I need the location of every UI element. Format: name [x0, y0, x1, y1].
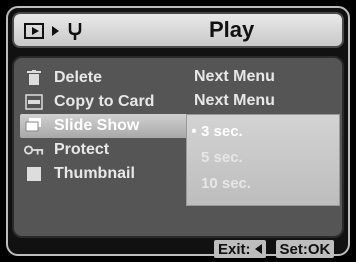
tuning-fork-icon	[68, 23, 82, 40]
menu-item-thumbnail[interactable]: Thumbnail	[20, 162, 198, 186]
menu-item-label: Protect	[54, 141, 110, 158]
interval-option-3[interactable]: • 3 sec.	[187, 119, 339, 143]
menu-header: Play	[12, 12, 344, 48]
exit-label: Exit:	[218, 240, 251, 258]
option-label: 10 sec.	[201, 174, 252, 192]
set-label: Set:OK	[279, 240, 331, 258]
page-title: Play	[209, 17, 255, 42]
left-arrow-icon	[254, 244, 262, 254]
menu-item-label: Thumbnail	[54, 165, 135, 182]
copy-icon	[24, 93, 44, 111]
option-label: 5 sec.	[201, 148, 243, 166]
menu-item-label: Delete	[54, 69, 103, 86]
menu-item-value: Next Menu	[194, 92, 275, 109]
interval-option-5[interactable]: 5 sec.	[187, 145, 339, 169]
interval-option-10[interactable]: 10 sec.	[187, 171, 339, 195]
menu-item-value: Next Menu	[194, 68, 275, 85]
menu-item-delete[interactable]: Delete	[20, 66, 198, 90]
slideshow-interval-popup: • 3 sec. 5 sec. 10 sec.	[186, 114, 340, 206]
menu-item-label: Slide Show	[54, 117, 140, 134]
menu-item-slide-show[interactable]: Slide Show	[20, 114, 198, 138]
footer-hints: Exit: Set:OK	[214, 240, 335, 258]
menu-item-label: Copy to Card	[54, 93, 155, 110]
menu-item-protect[interactable]: Protect	[20, 138, 198, 162]
arrow-right-icon	[52, 26, 59, 36]
selected-dot-icon: •	[191, 122, 197, 140]
key-icon	[24, 141, 44, 159]
menu-item-copy-to-card[interactable]: Copy to Card	[20, 90, 198, 114]
slideshow-icon	[24, 117, 44, 135]
option-label: 3 sec.	[201, 122, 243, 140]
set-hint[interactable]: Set:OK	[275, 240, 335, 258]
thumbnail-icon	[24, 165, 44, 183]
play-icon	[24, 23, 44, 39]
exit-hint[interactable]: Exit:	[214, 240, 266, 258]
mode-indicator	[24, 21, 83, 41]
trash-icon	[24, 69, 44, 87]
